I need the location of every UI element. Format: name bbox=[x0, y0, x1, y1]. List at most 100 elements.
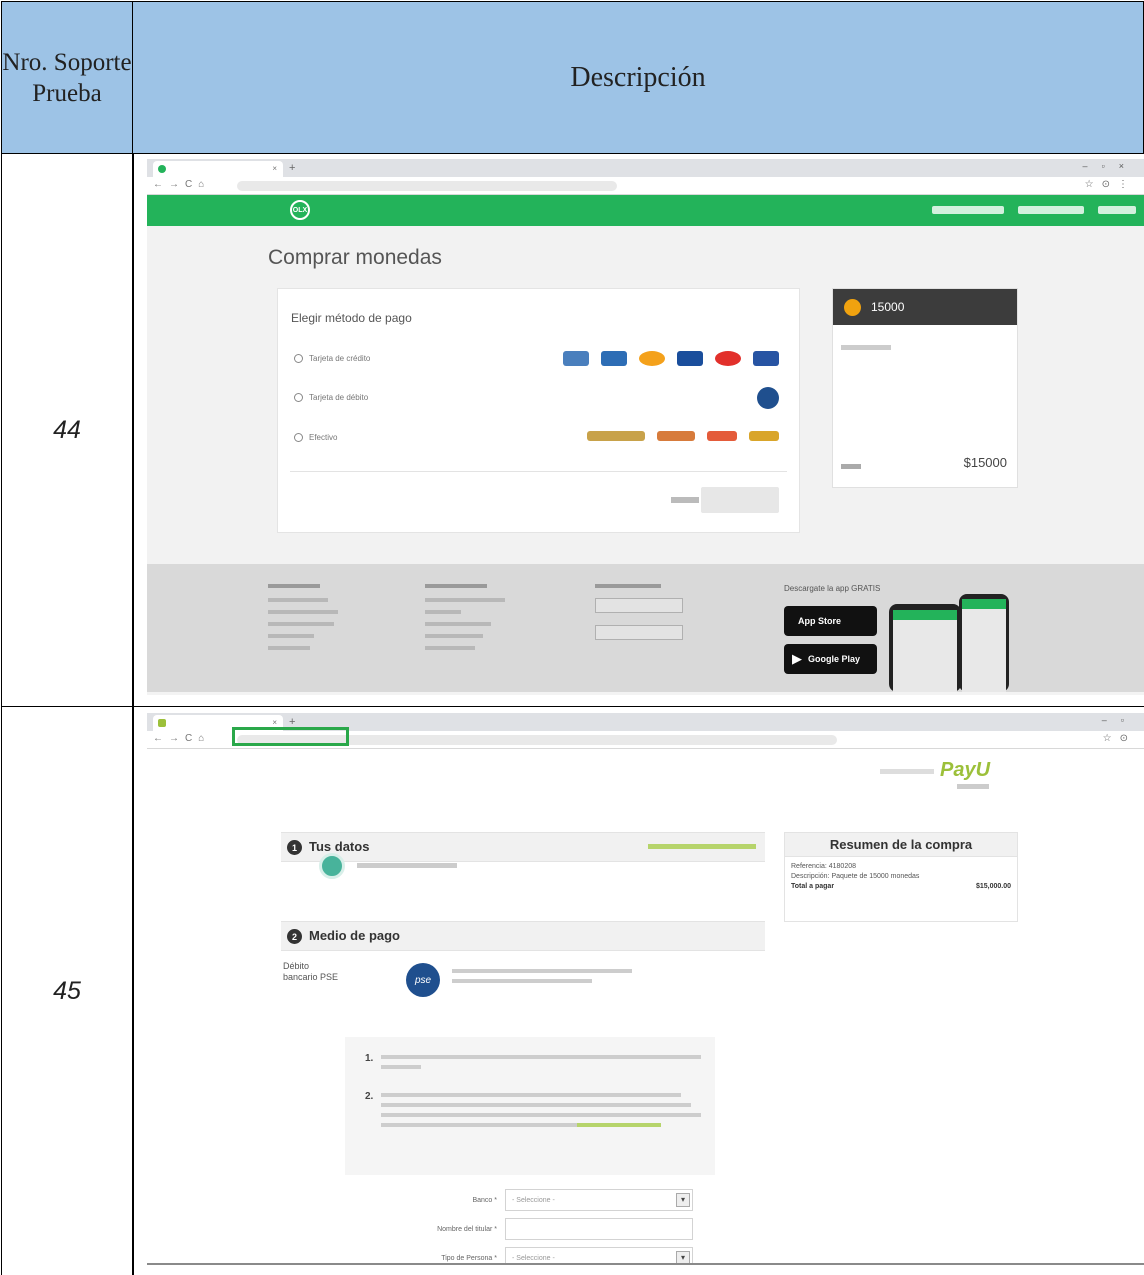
footer-col-nearby bbox=[595, 584, 695, 652]
google-play-button[interactable]: ▶ Google Play bbox=[784, 644, 877, 674]
header-number-label: Nro. Soporte Prueba bbox=[2, 48, 132, 107]
bank-label: Banco * bbox=[472, 1197, 497, 1204]
radio-icon[interactable] bbox=[294, 354, 303, 363]
step-1-text bbox=[381, 1055, 701, 1075]
close-tab-icon[interactable]: × bbox=[272, 718, 277, 727]
person-type-label: Tipo de Persona * bbox=[441, 1255, 497, 1262]
row-number-cell: 44 bbox=[1, 154, 133, 707]
summary-card: 15000 $15000 bbox=[832, 288, 1018, 488]
summary-amount: 15000 bbox=[871, 300, 905, 314]
coin-icon bbox=[844, 299, 861, 316]
browser-tab[interactable]: × bbox=[153, 161, 283, 177]
debit-logos bbox=[757, 387, 779, 409]
option-label: Tarjeta de débito bbox=[309, 393, 369, 402]
chevron-down-icon[interactable]: ▾ bbox=[676, 1251, 690, 1263]
method-label: Débito bancario PSE bbox=[283, 961, 339, 982]
footer-col-services bbox=[425, 584, 525, 658]
summary-header: 15000 bbox=[833, 289, 1017, 325]
olx-logo[interactable]: OLX bbox=[290, 200, 310, 220]
tab-favicon-icon bbox=[158, 719, 166, 727]
phone-mockup bbox=[889, 604, 961, 692]
cancel-link[interactable] bbox=[671, 497, 699, 503]
bank-select-value: - Seleccione - bbox=[512, 1197, 555, 1204]
summary-detail bbox=[841, 345, 891, 350]
row-number: 44 bbox=[53, 415, 81, 444]
diners-logo-icon bbox=[563, 351, 589, 366]
amex-logo-icon bbox=[601, 351, 627, 366]
pse-note bbox=[452, 969, 632, 989]
row-number-cell: 45 bbox=[1, 707, 133, 1275]
navigation-icons[interactable]: ←→C⌂ bbox=[153, 733, 210, 744]
section-title: Medio de pago bbox=[309, 928, 400, 943]
window-controls-icon[interactable]: –▫ bbox=[1102, 715, 1138, 725]
footer-col-app: Descargate la app GRATIS bbox=[784, 584, 944, 603]
header-number-column: Nro. Soporte Prueba bbox=[1, 1, 133, 154]
holder-name-input[interactable] bbox=[505, 1218, 693, 1240]
screenshot-bottom-rule bbox=[147, 1263, 1144, 1265]
screenshot-olx: × + –▫× ←→C⌂ ☆⊙⋮ OLX Comprar monedas Ele… bbox=[147, 159, 1144, 695]
mastercard-logo-icon bbox=[639, 351, 665, 366]
browser-toolbar: ←→C⌂ ☆⊙⋮ bbox=[147, 177, 1144, 195]
payment-option-cash[interactable]: Efectivo bbox=[294, 433, 337, 442]
summary-description: Descripción: Paquete de 15000 monedas bbox=[791, 873, 920, 880]
step-number-icon: 2 bbox=[287, 929, 302, 944]
city-select[interactable] bbox=[595, 598, 683, 613]
edit-data-link[interactable] bbox=[648, 844, 756, 849]
cash-logos bbox=[587, 431, 779, 441]
page-title: Comprar monedas bbox=[268, 246, 442, 269]
browser-tabstrip: × + –▫× bbox=[147, 159, 1144, 177]
close-tab-icon[interactable]: × bbox=[272, 164, 277, 173]
divider bbox=[290, 471, 787, 472]
visa-logo-icon bbox=[677, 351, 703, 366]
payu-logo: PayU bbox=[940, 759, 991, 781]
option-label: Tarjeta de crédito bbox=[309, 354, 371, 363]
step-1: 1. bbox=[365, 1053, 374, 1064]
payment-method-card: Elegir método de pago Tarjeta de crédito… bbox=[277, 288, 800, 533]
messages-link[interactable] bbox=[1018, 206, 1084, 214]
section-title: Tus datos bbox=[309, 839, 370, 854]
person-type-select[interactable]: - Seleccione - ▾ bbox=[505, 1247, 693, 1263]
radio-icon[interactable] bbox=[294, 393, 303, 402]
payment-option-credit[interactable]: Tarjeta de crédito bbox=[294, 354, 370, 363]
powered-by bbox=[880, 769, 934, 774]
user-link[interactable] bbox=[932, 206, 1004, 214]
avatar bbox=[319, 853, 345, 879]
purchase-summary: Resumen de la compra Referencia: 4180208… bbox=[784, 832, 1018, 922]
chevron-down-icon[interactable]: ▾ bbox=[676, 1193, 690, 1207]
help-link[interactable] bbox=[1098, 206, 1136, 214]
toolbar-icons[interactable]: ☆⊙ bbox=[1103, 733, 1136, 744]
toolbar-icons[interactable]: ☆⊙⋮ bbox=[1085, 179, 1136, 190]
header-description-column: Descripción bbox=[133, 1, 1144, 154]
region-select[interactable] bbox=[595, 625, 683, 640]
address-bar[interactable] bbox=[237, 181, 617, 191]
footer-app-heading: Descargate la app GRATIS bbox=[784, 584, 881, 593]
gana-logo-icon bbox=[749, 431, 779, 441]
card-logos bbox=[563, 351, 779, 366]
pse-logo-icon bbox=[757, 387, 779, 409]
navigation-icons[interactable]: ←→C⌂ bbox=[153, 179, 210, 190]
url-highlight-box bbox=[232, 727, 349, 746]
summary-total: $15000 bbox=[963, 455, 1007, 470]
option-label: Efectivo bbox=[309, 433, 338, 442]
app-store-button[interactable]: App Store bbox=[784, 606, 877, 636]
play-icon: ▶ bbox=[792, 651, 802, 666]
pse-instructions: 1. 2. bbox=[345, 1037, 715, 1175]
radio-icon[interactable] bbox=[294, 433, 303, 442]
bank-select[interactable]: - Seleccione - ▾ bbox=[505, 1189, 693, 1211]
pse-logo: pse bbox=[406, 963, 440, 997]
row-number: 45 bbox=[53, 976, 81, 1005]
olx-main: Comprar monedas Elegir método de pago Ta… bbox=[147, 226, 1144, 564]
language-selector[interactable] bbox=[957, 784, 989, 789]
baloto-logo-icon bbox=[587, 431, 645, 441]
payment-option-debit[interactable]: Tarjeta de débito bbox=[294, 393, 368, 402]
new-tab-icon[interactable]: + bbox=[289, 162, 295, 174]
section-your-data: 1 Tus datos bbox=[281, 832, 765, 862]
holder-label: Nombre del titular * bbox=[437, 1226, 497, 1233]
window-controls-icon[interactable]: –▫× bbox=[1083, 161, 1138, 171]
confirm-button[interactable] bbox=[701, 487, 779, 513]
app-store-label: App Store bbox=[798, 616, 842, 626]
step-2: 2. bbox=[365, 1091, 374, 1102]
summary-total-label: Total a pagar bbox=[791, 883, 835, 890]
step-2-text bbox=[381, 1093, 701, 1133]
tab-favicon-icon bbox=[158, 165, 166, 173]
